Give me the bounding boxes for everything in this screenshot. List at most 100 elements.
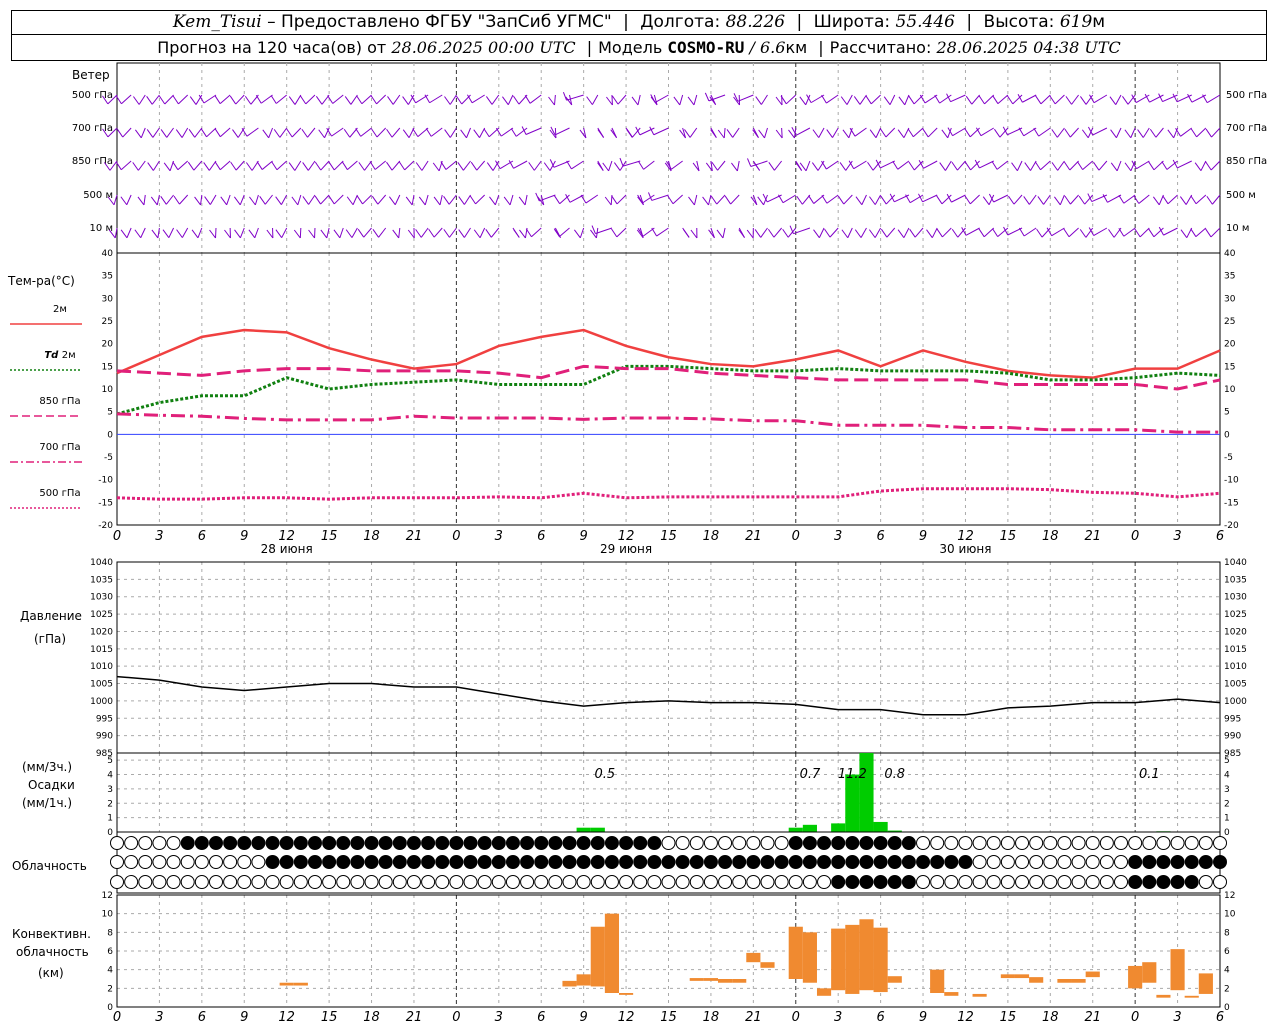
cloud-cover-symbol xyxy=(944,875,959,889)
cloud-cover-symbol xyxy=(421,855,436,869)
wind-barb-flag xyxy=(738,229,745,238)
wind-barb xyxy=(922,194,938,203)
wind-level-label-right: 500 м xyxy=(1226,190,1256,201)
cloud-cover-symbol xyxy=(378,855,393,869)
conv-panel-xtick: 18 xyxy=(363,1010,380,1024)
cloud-cover-symbol xyxy=(746,836,761,850)
cloud-cover-symbol xyxy=(1128,836,1143,850)
conv-panel-ytick-left: 6 xyxy=(107,947,113,957)
wind-barb xyxy=(781,127,783,139)
conv-panel-xtick: 0 xyxy=(113,1010,121,1024)
cloud-cover-symbol xyxy=(279,875,294,889)
wind-barb-flag xyxy=(1206,195,1213,205)
conv-cloud-bar xyxy=(717,979,733,983)
wind-barb xyxy=(1068,227,1079,238)
temp-panel-xtick: 3 xyxy=(495,529,503,544)
wind-barb-flag xyxy=(1179,196,1187,205)
wind-barb-flag xyxy=(172,95,179,105)
wind-barb-flag xyxy=(611,228,618,238)
cloud-cover-symbol xyxy=(604,875,619,889)
wind-barb-flag xyxy=(315,96,323,105)
wind-barb xyxy=(239,194,245,205)
wind-barb-flag xyxy=(513,95,520,105)
cloud-cover-symbol xyxy=(435,875,450,889)
wind-barb xyxy=(235,94,245,105)
wind-barb xyxy=(143,194,146,206)
cloud-cover-symbol xyxy=(138,875,153,889)
wind-barb-flag xyxy=(821,194,828,204)
cloud-cover-symbol xyxy=(1099,836,1114,850)
wind-barb xyxy=(531,227,542,238)
wind-barb-flag xyxy=(883,96,891,106)
wind-barb xyxy=(1195,194,1207,205)
cloud-cover-symbol xyxy=(265,855,280,869)
cloud-cover-symbol xyxy=(703,875,718,889)
wind-barb-flag xyxy=(249,196,256,206)
wind-barb xyxy=(549,160,556,171)
temp-panel-xtick: 15 xyxy=(1000,529,1017,544)
cloud-cover-symbol xyxy=(138,836,153,850)
pressure-panel-ytick-right: 1025 xyxy=(1224,610,1247,620)
conv-panel-xtick: 0 xyxy=(1131,1010,1139,1024)
wind-barb xyxy=(449,127,457,138)
wind-barb-flag xyxy=(978,95,985,105)
cloud-cover-symbol xyxy=(237,836,252,850)
cloud-cover-symbol xyxy=(633,855,648,869)
cloud-cover-symbol xyxy=(774,855,789,869)
cloud-cover-symbol xyxy=(477,855,492,869)
wind-barb-flag xyxy=(266,229,274,239)
wind-barb xyxy=(219,94,231,105)
cloud-cover-symbol xyxy=(675,875,690,889)
wind-level-label-left: 500 гПа xyxy=(72,90,113,101)
wind-barb-flag xyxy=(204,196,211,205)
wind-barb-flag xyxy=(194,196,201,206)
wind-barb-flag xyxy=(371,195,379,205)
cloud-cover-symbol xyxy=(180,855,195,869)
wind-barb-flag xyxy=(880,128,887,138)
wind-barb xyxy=(984,94,995,105)
wind-barb xyxy=(305,94,316,105)
wind-barb xyxy=(376,127,387,138)
wind-barb xyxy=(559,227,570,238)
wind-barb-flag xyxy=(775,129,783,139)
conv-panel-ytick-left: 12 xyxy=(102,891,113,901)
cloud-cover-symbol xyxy=(1071,836,1086,850)
wind-barb-flag xyxy=(293,229,301,239)
cloud-cover-symbol xyxy=(958,855,973,869)
cloud-cover-symbol xyxy=(279,855,294,869)
wind-barb-flag xyxy=(372,229,379,238)
cloud-cover-symbol xyxy=(208,855,223,869)
wind-barb-flag xyxy=(839,162,847,171)
wind-barb xyxy=(859,94,867,105)
wind-barb xyxy=(1013,194,1023,205)
pressure-panel-ytick-left: 1025 xyxy=(90,610,113,620)
wind-barb-flag xyxy=(425,128,432,137)
wind-barb-flag xyxy=(936,228,943,238)
cloud-cover-symbol xyxy=(307,875,322,889)
wind-barb-flag xyxy=(934,94,941,104)
conv-panel-ytick-left: 2 xyxy=(107,984,113,994)
wind-barb xyxy=(1070,194,1079,205)
wind-barb xyxy=(235,160,245,171)
wind-barb xyxy=(693,194,698,206)
cloud-cover-symbol xyxy=(293,836,308,850)
wind-barb-flag xyxy=(702,196,709,206)
wind-barb-flag xyxy=(869,129,877,139)
wind-level-label-right: 850 гПа xyxy=(1226,156,1267,167)
conv-cloud-bar xyxy=(1000,974,1015,979)
temp-panel-xtick: 21 xyxy=(406,529,423,544)
wind-barb-flag xyxy=(907,128,914,138)
cloud-cover-symbol xyxy=(1114,855,1129,869)
wind-barb-flag xyxy=(837,195,845,205)
cloud-cover-symbol xyxy=(1085,875,1100,889)
wind-barb-flag xyxy=(486,162,494,171)
conv-cloud-bar xyxy=(802,932,817,983)
wind-barb-flag xyxy=(234,229,241,239)
temp-panel-ytick-right: -10 xyxy=(1224,476,1239,486)
wind-barb-flag xyxy=(799,96,807,106)
conv-cloud-bar xyxy=(619,993,634,995)
conv-cloud-bar xyxy=(816,988,832,996)
cloud-cover-symbol xyxy=(1198,855,1213,869)
cloud-cover-symbol xyxy=(760,855,775,869)
pressure-panel-ytick-right: 1040 xyxy=(1224,558,1247,568)
